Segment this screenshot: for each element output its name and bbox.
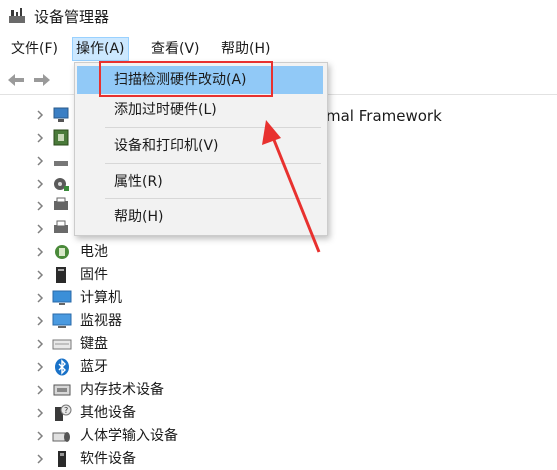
battery-icon <box>55 245 69 259</box>
forward-arrow-icon[interactable] <box>32 70 52 90</box>
printer-queue-icon <box>54 197 68 210</box>
tree-item-label: 蓝牙 <box>80 359 108 375</box>
tree-row[interactable]: 内存技术设备 <box>0 379 557 401</box>
chevron-right-icon[interactable] <box>34 131 46 145</box>
tree-row[interactable]: 电池 <box>0 241 557 263</box>
chevron-right-icon[interactable] <box>34 222 46 236</box>
chevron-right-icon[interactable] <box>34 177 46 191</box>
chevron-right-icon[interactable] <box>34 452 46 466</box>
chevron-right-icon[interactable] <box>34 154 46 168</box>
svg-text:?: ? <box>64 406 68 415</box>
tree-item-label: 键盘 <box>80 336 108 352</box>
menu-separator <box>105 127 321 128</box>
window-title: 设备管理器 <box>34 8 110 26</box>
menu-separator <box>105 198 321 199</box>
tree-row[interactable]: 蓝牙 <box>0 356 557 378</box>
menu-view[interactable]: 查看(V) <box>148 38 203 60</box>
tree-item-label: 固件 <box>80 267 108 283</box>
title-bar: 设备管理器 <box>0 0 557 32</box>
chevron-right-icon[interactable] <box>34 360 46 374</box>
chip-icon <box>53 129 69 146</box>
menu-action[interactable]: 操作(A) <box>72 37 129 61</box>
bluetooth-icon <box>55 358 69 376</box>
tree-row[interactable]: 计算机 <box>0 287 557 309</box>
tree-item-label: 人体学输入设备 <box>80 428 178 444</box>
memory-icon <box>53 384 71 396</box>
computer-icon <box>53 107 69 122</box>
tree-item-label: 电池 <box>80 244 108 260</box>
menu-item-label: 帮助(H) <box>114 209 164 225</box>
chevron-right-icon[interactable] <box>34 268 46 282</box>
menu-item-devices-printers[interactable]: 设备和打印机(V) <box>77 132 323 160</box>
menu-item-label: 属性(R) <box>114 174 163 190</box>
tree-row[interactable]: 监视器 <box>0 310 557 332</box>
menu-item-help[interactable]: 帮助(H) <box>77 203 323 231</box>
menu-item-label: 添加过时硬件(L) <box>114 102 217 118</box>
unknown-device-icon: ? <box>55 404 72 421</box>
menu-item-label: 设备和打印机(V) <box>114 138 219 154</box>
software-device-icon <box>58 451 66 467</box>
computer-monitor-icon <box>52 290 72 305</box>
firmware-icon <box>56 267 66 283</box>
tree-item-label: 内存技术设备 <box>80 382 164 398</box>
annotation-highlight-box <box>99 61 273 97</box>
chevron-right-icon[interactable] <box>34 245 46 259</box>
menu-separator <box>105 163 321 164</box>
chevron-right-icon[interactable] <box>34 337 46 351</box>
tree-item-label: 计算机 <box>80 290 122 306</box>
menu-help[interactable]: 帮助(H) <box>218 38 273 60</box>
tree-row[interactable]: 人体学输入设备 <box>0 425 557 447</box>
tree-row[interactable]: 键盘 <box>0 333 557 355</box>
menu-item-properties[interactable]: 属性(R) <box>77 168 323 196</box>
tree-row[interactable]: 软件设备 <box>0 448 557 470</box>
chevron-right-icon[interactable] <box>34 108 46 122</box>
tree-item-label: 监视器 <box>80 313 122 329</box>
tree-partial-label: mal Framework <box>326 107 442 125</box>
tree-item-label: 软件设备 <box>80 451 136 467</box>
printer-icon <box>54 220 68 233</box>
back-arrow-icon[interactable] <box>6 70 26 90</box>
menu-file[interactable]: 文件(F) <box>8 38 61 60</box>
tree-row[interactable]: 固件 <box>0 264 557 286</box>
chevron-right-icon[interactable] <box>34 406 46 420</box>
chevron-right-icon[interactable] <box>34 291 46 305</box>
tree-item-label: 其他设备 <box>80 405 136 421</box>
hid-icon <box>52 432 70 442</box>
menu-bar: 文件(F) 操作(A) 查看(V) 帮助(H) <box>0 36 557 62</box>
chevron-right-icon[interactable] <box>34 314 46 328</box>
controller-icon <box>54 178 69 191</box>
disk-drive-icon <box>54 161 68 166</box>
device-manager-icon <box>9 8 25 23</box>
chevron-right-icon[interactable] <box>34 383 46 397</box>
keyboard-icon <box>52 339 72 350</box>
monitor-icon <box>52 313 72 328</box>
chevron-right-icon[interactable] <box>34 429 46 443</box>
tree-row[interactable]: ? 其他设备 <box>0 402 557 424</box>
chevron-right-icon[interactable] <box>34 199 46 213</box>
menu-item-add-legacy-hardware[interactable]: 添加过时硬件(L) <box>77 96 323 124</box>
